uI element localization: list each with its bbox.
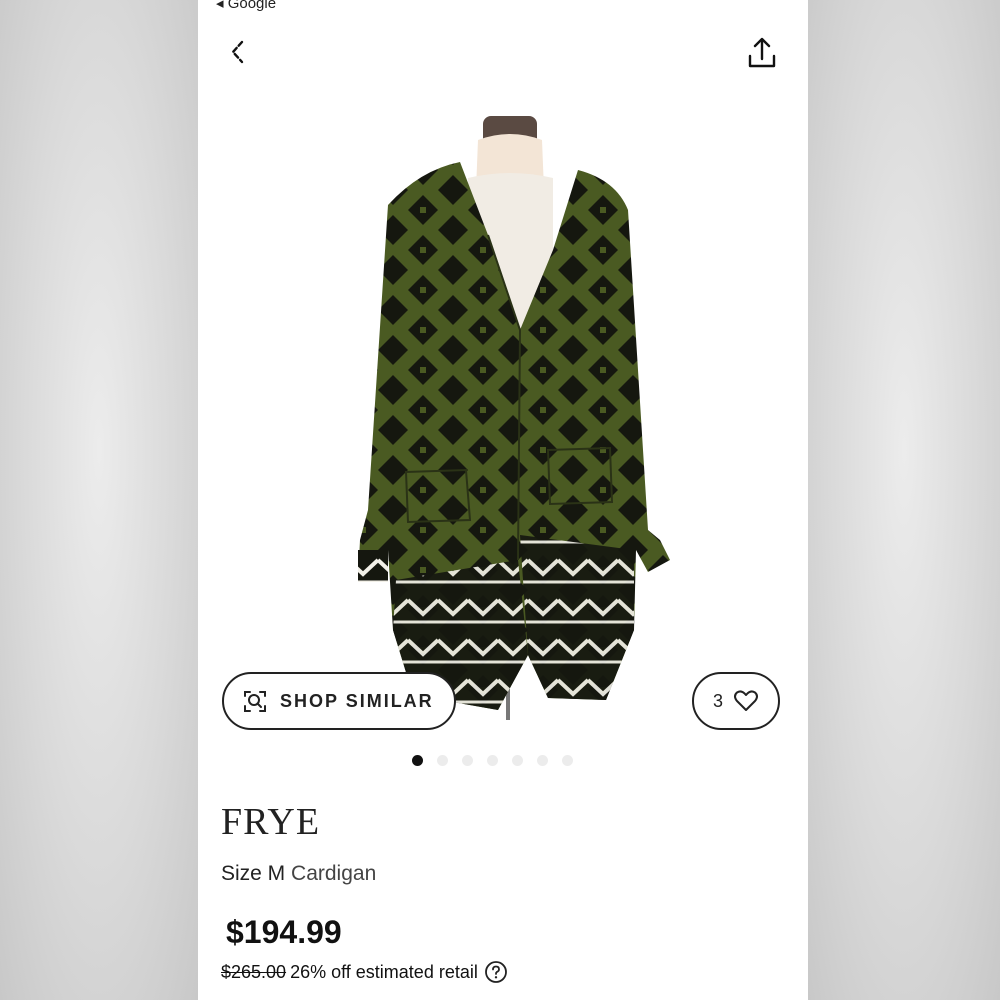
price: $194.99 — [226, 914, 342, 950]
size-label: Size M — [221, 862, 286, 885]
carousel-dot[interactable] — [512, 755, 523, 766]
carousel-dot[interactable] — [437, 755, 448, 766]
size-category-line: Size M Cardigan — [221, 862, 376, 886]
back-icon[interactable] — [222, 34, 258, 70]
carousel-dot[interactable] — [412, 755, 423, 766]
background-left — [0, 0, 198, 1000]
product-image[interactable] — [348, 110, 688, 720]
carousel-dot[interactable] — [537, 755, 548, 766]
carousel-dot[interactable] — [487, 755, 498, 766]
heart-icon — [734, 690, 758, 711]
product-page: ◂ Google SHOP SIMILAR 3 FRYE Size M Card… — [198, 0, 808, 1000]
like-count: 3 — [712, 690, 723, 711]
back-to-google-link[interactable]: ◂ Google — [216, 0, 276, 12]
original-price: $265.00 — [221, 961, 287, 982]
help-icon[interactable] — [484, 960, 508, 984]
like-button[interactable]: 3 — [692, 672, 780, 730]
discount-text: 26% off estimated retail — [290, 961, 478, 982]
carousel-dot[interactable] — [562, 755, 573, 766]
share-icon[interactable] — [742, 34, 782, 74]
background-right — [808, 0, 1000, 1000]
carousel-dot[interactable] — [462, 755, 473, 766]
category-label: Cardigan — [291, 862, 377, 885]
retail-info: $265.00 26% off estimated retail — [221, 960, 508, 984]
visual-search-icon — [244, 691, 266, 712]
shop-similar-label: SHOP SIMILAR — [280, 690, 434, 711]
brand-name[interactable]: FRYE — [221, 800, 320, 844]
carousel-indicator — [412, 755, 573, 766]
shop-similar-button[interactable]: SHOP SIMILAR — [222, 672, 456, 730]
